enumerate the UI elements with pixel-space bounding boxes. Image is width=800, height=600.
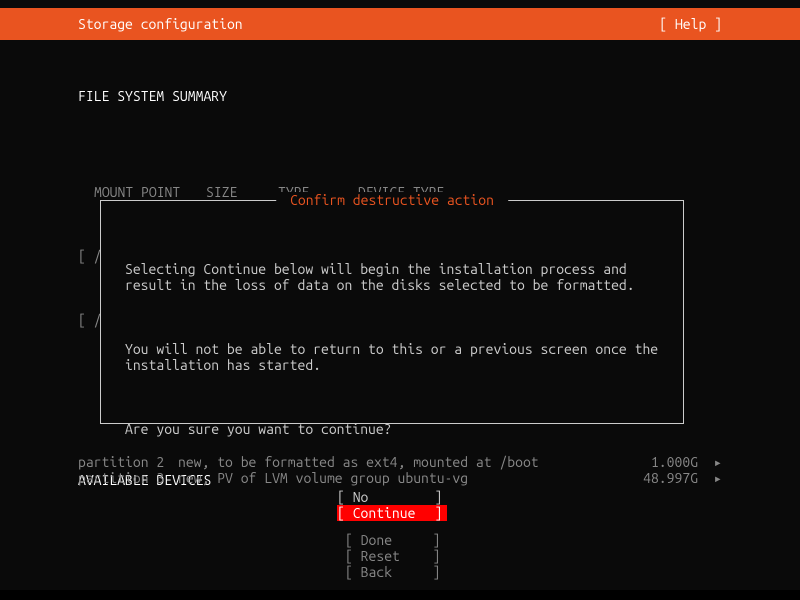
fs-summary-heading: FILE SYSTEM SUMMARY xyxy=(0,88,800,104)
back-button[interactable]: [ Back ] xyxy=(345,564,455,580)
page-title: Storage configuration xyxy=(78,16,243,32)
dialog-text: Selecting Continue below will begin the … xyxy=(125,261,659,293)
col-size: SIZE xyxy=(206,184,278,200)
dialog-text: Are you sure you want to continue? xyxy=(125,421,659,437)
chevron-right-icon: ▸ xyxy=(698,470,722,486)
topbar: Storage configuration [ Help ] xyxy=(0,8,800,40)
dialog-title: Confirm destructive action xyxy=(276,192,508,208)
blank xyxy=(0,136,800,152)
no-button[interactable]: [ No ] xyxy=(337,489,447,505)
bottombar xyxy=(0,590,800,600)
col-mount: MOUNT POINT xyxy=(94,184,206,200)
continue-button[interactable]: [ Continue ] xyxy=(337,505,447,521)
confirm-dialog: Confirm destructive action Selecting Con… xyxy=(100,200,684,424)
help-button[interactable]: [ Help ] xyxy=(659,16,722,32)
installer-screen: Storage configuration [ Help ] FILE SYST… xyxy=(0,0,800,600)
dialog-text: You will not be able to return to this o… xyxy=(125,341,659,373)
chevron-right-icon: ▸ xyxy=(698,454,722,470)
